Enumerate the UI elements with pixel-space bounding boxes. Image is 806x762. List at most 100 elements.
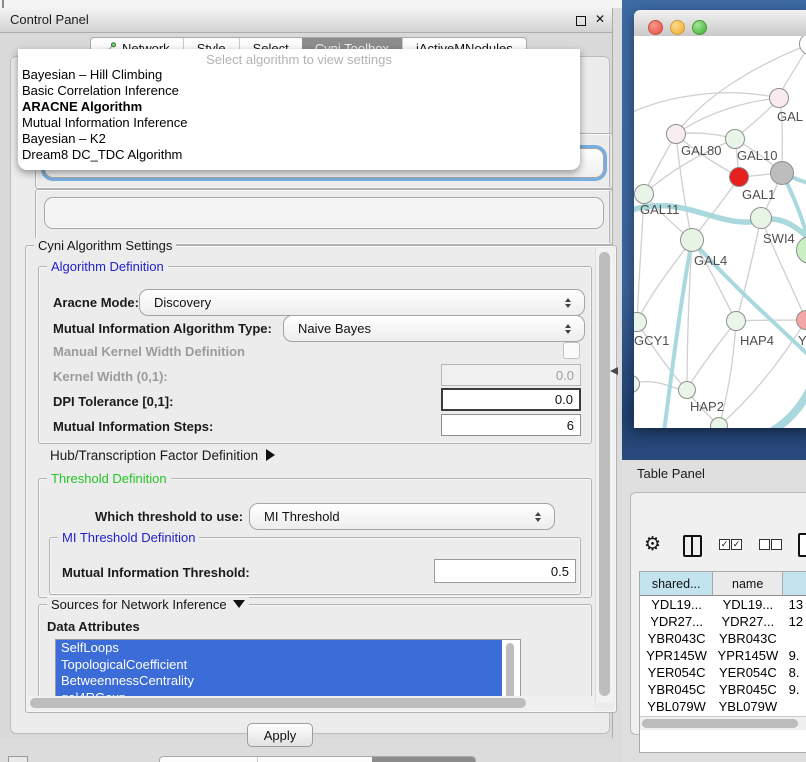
table-cell: 13 — [783, 596, 806, 613]
settings-hscroll-thumb[interactable] — [30, 698, 526, 708]
expanded-arrow-icon — [233, 600, 245, 608]
network-node-swi4[interactable] — [750, 207, 772, 229]
algorithm-item[interactable]: Bayesian – K2 — [22, 131, 576, 147]
kernel-width-label: Kernel Width (0,1): — [53, 369, 168, 384]
table-data-group — [35, 189, 613, 245]
algorithm-item[interactable]: ARACNE Algorithm — [22, 99, 576, 115]
tab-discretize-data[interactable]: Discretize Data — [257, 757, 372, 762]
unchecked-box-icon[interactable] — [759, 539, 770, 550]
table-hscroll-thumb[interactable] — [642, 719, 798, 728]
attribute-item[interactable]: BetweennessCentrality — [56, 673, 502, 690]
node-label: GAL80 — [681, 143, 721, 158]
settings-vscroll-thumb[interactable] — [599, 252, 610, 696]
network-node-gal11[interactable] — [634, 184, 654, 204]
node-label: HAP2 — [690, 399, 724, 414]
which-threshold-combo[interactable]: MI Threshold — [249, 503, 555, 530]
column-layout-icon[interactable] — [683, 535, 702, 557]
node-label: GAL10 — [737, 148, 777, 163]
table-row[interactable]: YBL079WYBL079W — [640, 698, 806, 715]
list-scrollbar[interactable] — [506, 643, 514, 702]
algorithm-item[interactable]: Mutual Information Inference — [22, 115, 576, 131]
table-hscrollbar[interactable] — [640, 716, 806, 730]
mi-type-combo[interactable]: Naive Bayes — [283, 315, 585, 342]
network-node-gal80[interactable] — [666, 124, 686, 144]
table-row[interactable]: YDL19...YDL19...13 — [640, 596, 806, 613]
top-strip — [0, 0, 622, 8]
minimize-traffic-icon[interactable] — [670, 20, 685, 35]
table-cell: YBL079W — [640, 698, 713, 715]
which-threshold-value: MI Threshold — [250, 509, 528, 524]
checked-box-icon[interactable]: ✓ — [719, 539, 730, 550]
table-cell: YBR045C — [640, 681, 713, 698]
close-icon[interactable]: ✕ — [595, 12, 605, 26]
network-node-gal[interactable] — [769, 88, 789, 108]
column-header-shared-[interactable]: shared... — [640, 572, 713, 595]
settings-vscrollbar[interactable] — [595, 248, 614, 702]
document-icon[interactable] — [798, 533, 806, 557]
table-cell: YDL19... — [713, 596, 782, 613]
network-window-titlebar[interactable] — [634, 10, 806, 37]
mouse-cursor — [610, 367, 618, 375]
apply-button[interactable]: Apply — [247, 723, 313, 747]
kernel-width-field[interactable] — [441, 364, 581, 386]
sources-toggle[interactable]: Sources for Network Inference — [47, 597, 249, 612]
float-window-icon[interactable] — [576, 16, 586, 26]
algorithm-item[interactable]: Bayesian – Hill Climbing — [22, 67, 576, 83]
table-row[interactable]: YDR27...YDR27...12 — [640, 613, 806, 630]
aracne-mode-combo[interactable]: Discovery — [139, 289, 585, 316]
aracne-mode-label: Aracne Mode: — [53, 295, 139, 310]
aracne-mode-value: Discovery — [140, 295, 558, 310]
table-cell: YER054C — [640, 664, 713, 681]
network-node[interactable] — [770, 161, 794, 185]
threshold-definition-group: Threshold Definition Which threshold to … — [38, 478, 592, 598]
algorithm-item[interactable]: Basic Correlation Inference — [22, 83, 576, 99]
unchecked-box-icon[interactable] — [771, 539, 782, 550]
tab-infer-network[interactable]: Infer Network — [372, 757, 475, 762]
gear-icon[interactable]: ⚙ — [644, 535, 661, 554]
table-row[interactable]: YER054CYER054C8. — [640, 664, 806, 681]
network-node-gal1[interactable] — [729, 167, 749, 187]
tab-impute-data[interactable]: Impute Data — [160, 757, 257, 762]
sources-title: Sources for Network Inference — [51, 597, 227, 612]
column-header-name[interactable]: name — [713, 572, 783, 595]
checked-box-icon[interactable]: ✓ — [731, 539, 742, 550]
mi-threshold-field[interactable] — [434, 559, 576, 583]
table-cell: YBR043C — [640, 630, 713, 647]
attribute-item[interactable]: TopologicalCoefficient — [56, 657, 502, 674]
collapsed-arrow-icon — [266, 449, 275, 461]
column-header-a[interactable]: A — [783, 572, 806, 595]
table-panel-title: Table Panel — [637, 466, 705, 481]
table-cell: YDR27... — [640, 613, 713, 630]
manual-kernel-checkbox[interactable] — [563, 342, 580, 359]
hub-definition-toggle[interactable]: Hub/Transcription Factor Definition — [50, 448, 275, 463]
manual-kernel-label: Manual Kernel Width Definition — [53, 344, 245, 359]
table-cell: 12 — [783, 613, 806, 630]
algorithm-definition-title: Algorithm Definition — [47, 259, 168, 274]
network-canvas[interactable]: GALGAL80GAL10GAL1GAL11SWI4GAL4GCY1HAP4YH… — [634, 36, 806, 428]
network-window: GALGAL80GAL10GAL1GAL11SWI4GAL4GCY1HAP4YH… — [634, 10, 806, 428]
attribute-item[interactable]: SelfLoops — [56, 640, 502, 657]
node-label: GAL4 — [694, 253, 727, 268]
table-row[interactable]: YBR045CYBR045C9. — [640, 681, 806, 698]
zoom-traffic-icon[interactable] — [692, 20, 707, 35]
mi-steps-field[interactable] — [441, 414, 581, 436]
close-traffic-icon[interactable] — [648, 20, 663, 35]
network-node-gal4[interactable] — [680, 228, 704, 252]
stepper-icon — [558, 324, 578, 334]
bottom-left-partial-button[interactable] — [8, 756, 28, 762]
node-label: GCY1 — [634, 333, 669, 348]
table-data-combo[interactable] — [44, 197, 604, 229]
algorithm-item[interactable]: Dream8 DC_TDC Algorithm — [22, 147, 576, 163]
table-header: shared...nameA — [640, 572, 806, 596]
network-node-hap2[interactable] — [678, 381, 696, 399]
table-body: YDL19...YDL19...13YDR27...YDR27...12YBR0… — [640, 596, 806, 715]
node-table: shared...nameA YDL19...YDL19...13YDR27..… — [639, 571, 806, 753]
table-row[interactable]: YBR043CYBR043C — [640, 630, 806, 647]
dpi-tolerance-field[interactable] — [441, 388, 581, 411]
table-row[interactable]: YPR145WYPR145W9. — [640, 647, 806, 664]
sources-group: Sources for Network Inference Data Attri… — [38, 604, 592, 702]
network-node[interactable] — [710, 417, 728, 428]
network-node-hap4[interactable] — [726, 311, 746, 331]
network-node-gal10[interactable] — [725, 129, 745, 149]
settings-hscrollbar[interactable] — [28, 696, 594, 710]
